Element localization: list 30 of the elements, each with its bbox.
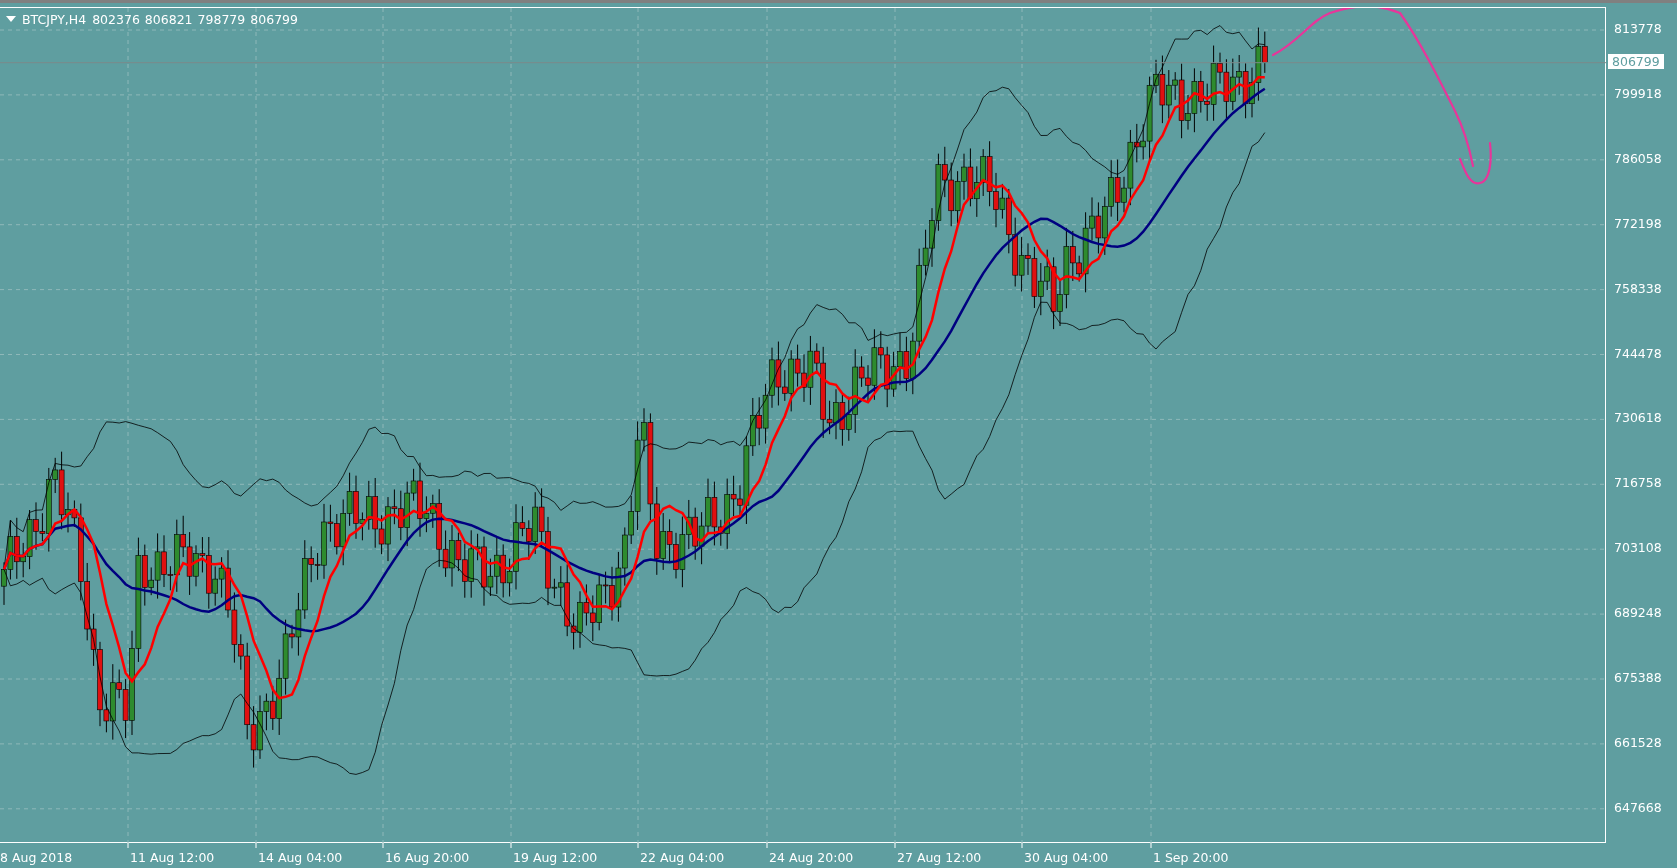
time-label: 30 Aug 04:00 xyxy=(1024,850,1109,865)
price-label: 716758 xyxy=(1614,475,1662,491)
price-label: 744478 xyxy=(1614,345,1662,361)
quote-value: 806799 xyxy=(250,12,298,27)
time-label: 27 Aug 12:00 xyxy=(897,850,982,865)
time-label: 19 Aug 12:00 xyxy=(513,850,598,865)
time-label: 14 Aug 04:00 xyxy=(258,850,343,865)
price-label: 786058 xyxy=(1614,150,1662,166)
price-label: 675388 xyxy=(1614,670,1662,685)
price-label: 689248 xyxy=(1614,605,1662,621)
time-label: 16 Aug 20:00 xyxy=(385,850,470,865)
quote-value: 802376 xyxy=(92,12,140,27)
quote-value: 806821 xyxy=(144,12,193,27)
price-label: 647668 xyxy=(1614,799,1662,815)
current-price-label: 806799 xyxy=(1608,53,1664,69)
dropdown-triangle-icon[interactable] xyxy=(6,16,16,23)
price-label: 758338 xyxy=(1614,280,1662,296)
price-label: 813778 xyxy=(1614,21,1662,36)
time-label: 8 Aug 2018 xyxy=(0,850,73,865)
price-label: 661528 xyxy=(1614,734,1662,750)
time-label: 1 Sep 20:00 xyxy=(1153,850,1229,865)
time-label: 22 Aug 04:00 xyxy=(640,850,725,865)
price-label: 703108 xyxy=(1614,540,1662,556)
time-label: 11 Aug 12:00 xyxy=(130,850,215,865)
quote-value: 798779 xyxy=(197,12,246,27)
price-label: 772198 xyxy=(1614,215,1662,231)
symbol-label: BTCJPY,H4 xyxy=(22,12,87,27)
price-label: 730618 xyxy=(1614,410,1662,426)
price-label: 799918 xyxy=(1614,85,1662,101)
time-label: 24 Aug 20:00 xyxy=(769,850,854,865)
